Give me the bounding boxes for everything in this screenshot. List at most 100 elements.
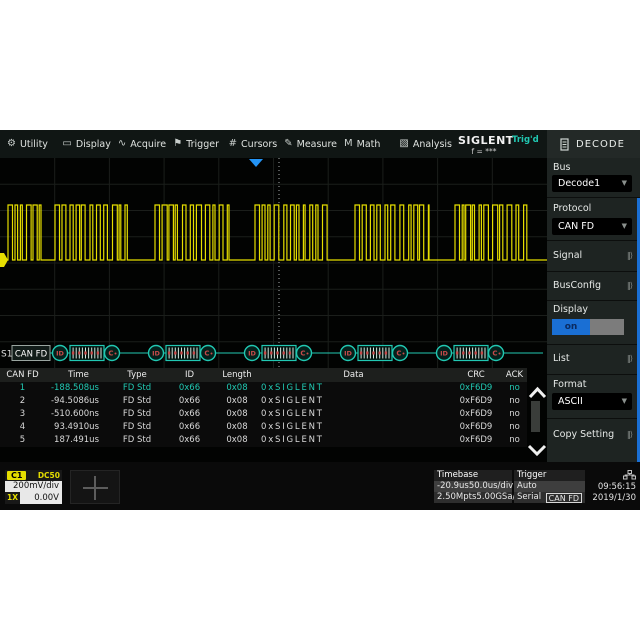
oscilloscope-screenshot: ⚙Utility▭Display∿Acquire⚑Trigger#Cursors… xyxy=(0,0,640,640)
trigger-delay-marker[interactable] xyxy=(249,159,263,167)
cell-length: 0x08 xyxy=(217,382,257,395)
cell-id: 0x66 xyxy=(162,395,217,408)
cell-id: 0x66 xyxy=(162,382,217,395)
trigger-mode: Auto xyxy=(517,481,537,492)
cell-data: 0xSIGLENT xyxy=(257,408,450,421)
frequency-counter: f = *** xyxy=(458,147,510,156)
cell-id: 0x66 xyxy=(162,434,217,447)
frame-id-label: ID xyxy=(56,349,64,357)
menu-item-label: Acquire xyxy=(130,139,166,150)
frame-id-label: ID xyxy=(248,349,256,357)
clock-date: 2019/1/30 xyxy=(592,493,636,503)
menu-item-trigger[interactable]: ⚑Trigger xyxy=(166,130,221,158)
copy-setting-menu-item[interactable]: Copy Setting ‖⟩ xyxy=(547,427,640,443)
menu-item-acquire[interactable]: ∿Acquire xyxy=(111,130,166,158)
menu-items: ⚙Utility ▭ Display∿Acquire⚑Trigger#Cursors… xyxy=(0,130,452,158)
signal-menu-item[interactable]: Signal ‖⟩ xyxy=(547,248,640,264)
oscilloscope-screen: ⚙Utility▭Display∿Acquire⚑Trigger#Cursors… xyxy=(0,130,640,510)
column-header-ack: ACK xyxy=(502,368,527,382)
frame-crc-label: C xyxy=(492,350,497,358)
cell-type: FD Std xyxy=(112,421,162,434)
trigger-box[interactable]: Trigger Auto Serial CAN FD xyxy=(514,470,585,504)
display-label: Display xyxy=(553,304,588,315)
menu-bar: ⚙Utility ▭ Display∿Acquire⚑Trigger#Cursors… xyxy=(0,130,547,158)
cell-crc: 0xF6D9 xyxy=(450,434,502,447)
cell-can-fd: 4 xyxy=(0,421,45,434)
frame-crc-label: C xyxy=(108,350,113,358)
chevron-down-icon: ▼ xyxy=(622,393,627,410)
cell-can-fd: 5 xyxy=(0,434,45,447)
list-scrollbar[interactable] xyxy=(531,401,540,432)
sidebar-header: DECODE xyxy=(547,130,640,158)
menu-item-measure[interactable]: ✎ Measure xyxy=(277,130,337,158)
cell-time: -510.600ns xyxy=(45,408,112,421)
decoded-frame: IDC xyxy=(341,346,408,361)
list-label: List xyxy=(553,353,570,364)
trigger-bus-type: CAN FD xyxy=(546,493,582,503)
list-scroll-down-icon[interactable] xyxy=(526,444,548,457)
list-menu-item[interactable]: List ‖⟩ xyxy=(547,351,640,367)
column-header-id: ID xyxy=(162,368,217,382)
menu-item-utility[interactable]: ⚙Utility xyxy=(0,130,55,158)
column-header-can-fd: CAN FD xyxy=(0,368,45,382)
cell-id: 0x66 xyxy=(162,408,217,421)
display-on-off-toggle[interactable]: on xyxy=(552,319,624,335)
menu-item-math[interactable]: MMath xyxy=(337,130,392,158)
table-row[interactable]: 5187.491usFD Std0x660x080xSIGLENT0xF6D9n… xyxy=(0,434,527,447)
menu-item-label: Cursors xyxy=(241,139,277,150)
busconfig-menu-item[interactable]: BusConfig ‖⟩ xyxy=(547,278,640,294)
cell-data: 0xSIGLENT xyxy=(257,395,450,408)
measure-icon: ✎ xyxy=(284,139,292,149)
decoded-frame: IDC xyxy=(437,346,504,361)
toggle-on-state: on xyxy=(552,319,590,335)
format-select[interactable]: ASCII ▼ xyxy=(552,393,632,410)
cell-crc: 0xF6D9 xyxy=(450,421,502,434)
cell-data: 0xSIGLENT xyxy=(257,421,450,434)
protocol-select[interactable]: CAN FD ▼ xyxy=(552,218,632,235)
column-header-length: Length xyxy=(217,368,257,382)
list-scroll-up-icon[interactable] xyxy=(528,386,547,399)
decode-source-label: S1 xyxy=(1,350,12,360)
display-icon: ▭ xyxy=(62,139,71,149)
menu-item-label: Math xyxy=(357,139,381,150)
menu-item-label: Display xyxy=(76,139,111,150)
table-row[interactable]: 2-94.5086usFD Std0x660x080xSIGLENT0xF6D9… xyxy=(0,395,527,408)
cell-time: -188.508us xyxy=(45,382,112,395)
channel1-badge: C1 xyxy=(7,471,26,480)
table-row[interactable]: 3-510.600nsFD Std0x660x080xSIGLENT0xF6D9… xyxy=(0,408,527,421)
cell-data: 0xSIGLENT xyxy=(257,382,450,395)
gear-icon: ⚙ xyxy=(7,139,16,149)
menu-item-label: Measure xyxy=(297,139,337,150)
table-row[interactable]: 1-188.508usFD Std0x660x080xSIGLENT0xF6D9… xyxy=(0,382,527,395)
channel1-level-marker[interactable] xyxy=(0,253,8,267)
channel1-info-box[interactable]: C1 DC50 200mV/div 1X 0.00V xyxy=(5,470,62,504)
format-select-value: ASCII xyxy=(558,393,583,410)
channel1-scale: 200mV/div xyxy=(5,481,62,492)
cell-time: -94.5086us xyxy=(45,395,112,408)
add-channel-button[interactable] xyxy=(70,470,120,504)
menu-item-label: Trigger xyxy=(186,139,219,150)
timebase-points: 2.50Mpts xyxy=(437,492,476,503)
cell-ack: no xyxy=(502,395,527,408)
bus-select[interactable]: Decode1 ▼ xyxy=(552,175,632,192)
clock-time: 09:56:15 xyxy=(598,482,636,492)
menu-item-cursors[interactable]: #Cursors xyxy=(222,130,278,158)
menu-item-label: Analysis xyxy=(413,139,452,150)
menu-item-analysis[interactable]: ▧Analysis xyxy=(392,130,452,158)
divider xyxy=(547,344,640,345)
menu-item-display[interactable]: ▭ Display xyxy=(55,130,110,158)
decode-panel-icon xyxy=(560,138,569,151)
decoded-frame: IDC xyxy=(245,346,312,361)
decode-sidebar: DECODE Bus Decode1 ▼ Protocol CAN FD ▼ S… xyxy=(547,130,640,462)
frame-id-label: ID xyxy=(344,349,352,357)
cell-length: 0x08 xyxy=(217,421,257,434)
bus-label: Bus xyxy=(553,162,571,173)
clock-box: 09:56:15 2019/1/30 xyxy=(588,470,636,504)
timebase-row1: -20.9us 50.0us/div xyxy=(434,481,512,492)
trigger-title: Trigger xyxy=(514,470,585,481)
decode-list-table: CAN FDTimeTypeIDLengthDataCRCACK 1-188.5… xyxy=(0,368,527,447)
table-row[interactable]: 493.4910usFD Std0x660x080xSIGLENT0xF6D9n… xyxy=(0,421,527,434)
channel1-coupling: DC50 xyxy=(38,471,60,480)
siglent-logo: SIGLENT xyxy=(458,134,510,147)
timebase-box[interactable]: Timebase -20.9us 50.0us/div 2.50Mpts 5.0… xyxy=(434,470,512,504)
